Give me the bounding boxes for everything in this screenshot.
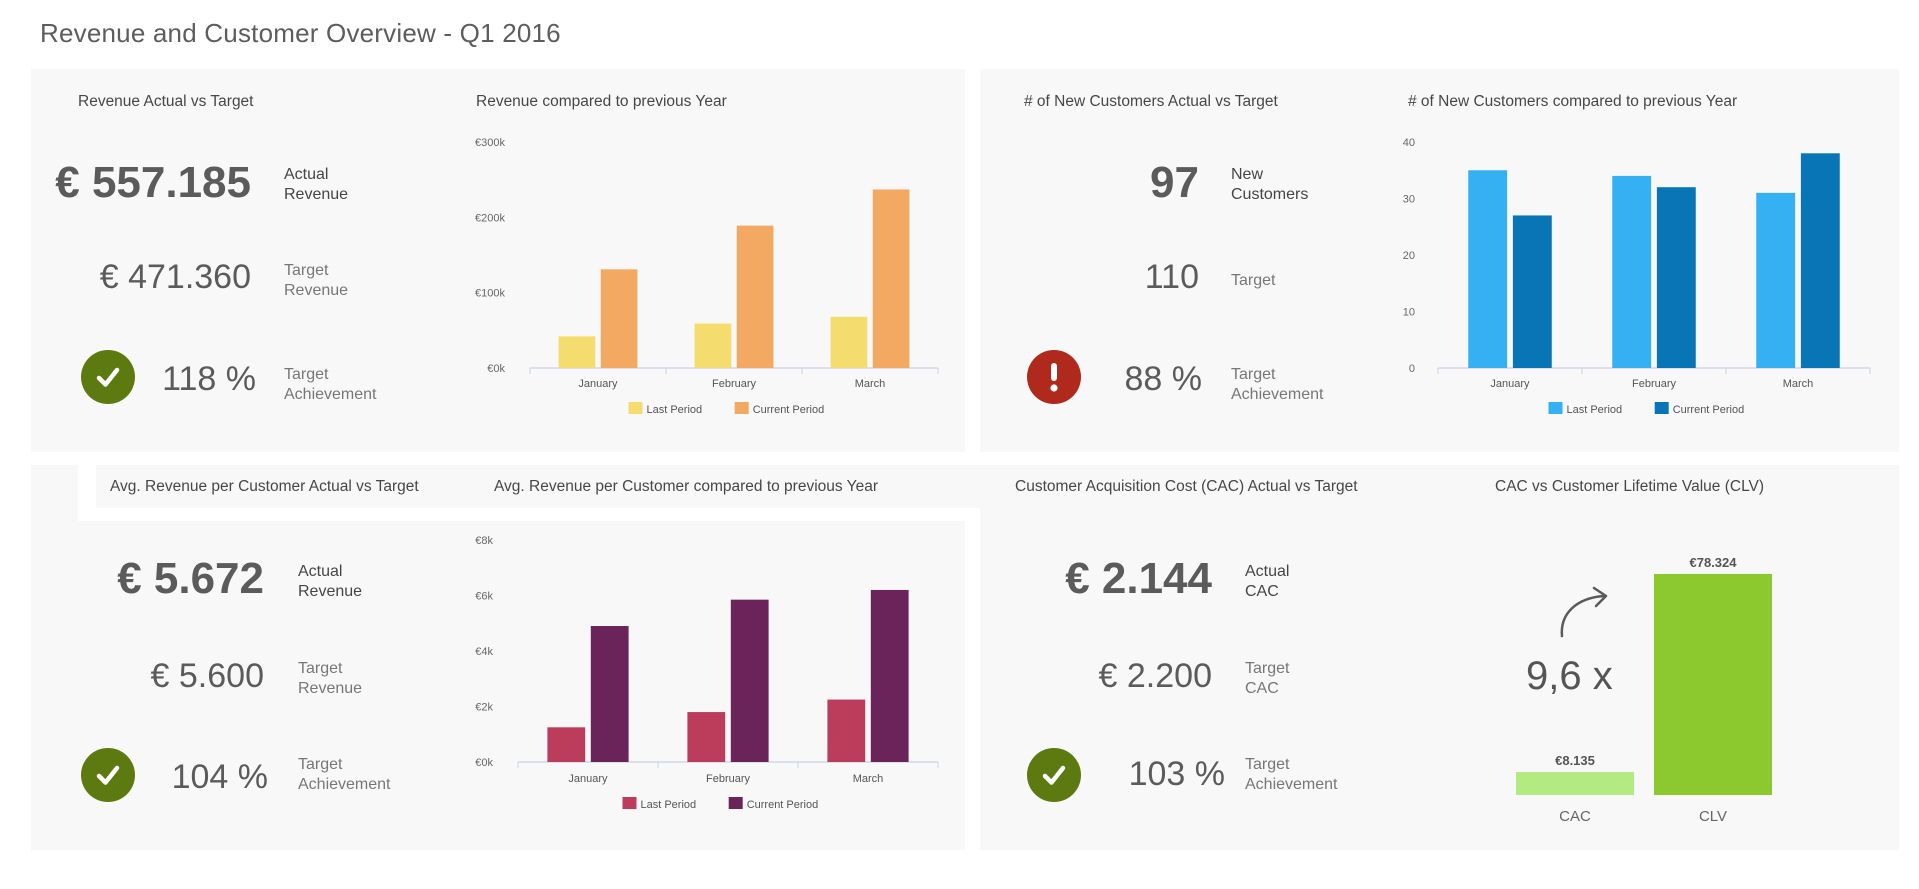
data-label: €78.324 bbox=[1690, 555, 1738, 570]
bar-cac bbox=[1516, 772, 1634, 795]
cac-vs-clv-bar-chart: €8.135 CAC €78.324 CLV bbox=[1516, 555, 1772, 825]
x-tick-label: CLV bbox=[1699, 808, 1727, 825]
data-label: €8.135 bbox=[1555, 753, 1595, 768]
x-tick-label: CAC bbox=[1559, 808, 1591, 825]
bar-clv bbox=[1654, 574, 1772, 795]
